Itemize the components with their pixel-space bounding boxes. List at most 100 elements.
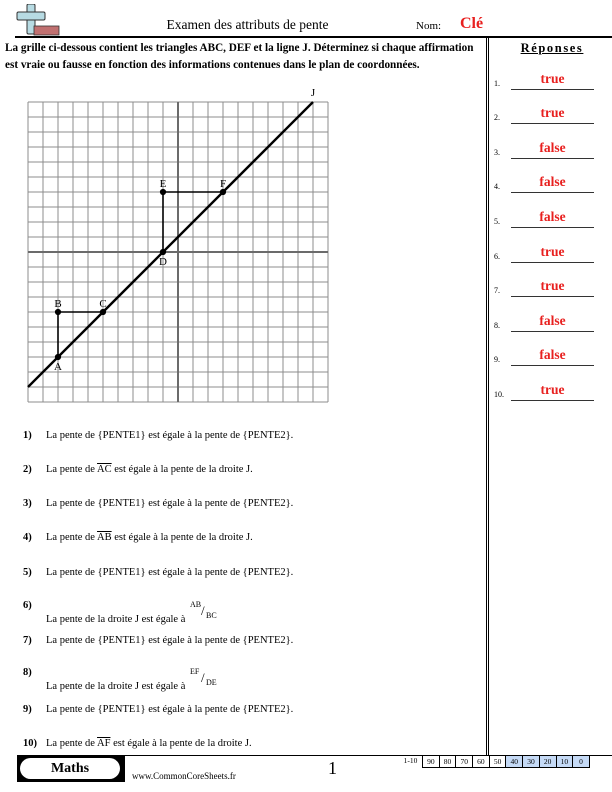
answer-row: 9. false: [494, 342, 604, 366]
question-number: 5): [23, 567, 32, 578]
point-label-d: D: [159, 256, 167, 268]
score-cell: 40: [505, 755, 524, 768]
question-number: 4): [23, 532, 32, 543]
site-url[interactable]: www.CommonCoreSheets.fr: [132, 771, 236, 781]
fraction-numerator: AB: [189, 600, 202, 609]
question-text: La pente de {PENTE1} est égale à la pent…: [46, 498, 293, 509]
question-text: La pente de {PENTE1} est égale à la pent…: [46, 635, 293, 646]
question-item: 9) La pente de {PENTE1} est égale à la pe…: [20, 704, 460, 728]
point-label-e: E: [160, 178, 167, 190]
question-item: 2) La pente de AC est égale à la pente de…: [20, 464, 460, 488]
score-range-label: 1-10: [403, 756, 418, 765]
question-item: 4) La pente de AB est égale à la pente de…: [20, 532, 460, 556]
segment-label: AC: [97, 464, 112, 475]
answer-number: 5.: [494, 217, 500, 226]
question-number: 1): [23, 430, 32, 441]
answer-row: 8. false: [494, 308, 604, 332]
answer-row: 3. false: [494, 135, 604, 159]
answer-row: 7. true: [494, 273, 604, 297]
score-cell: 10: [555, 755, 574, 768]
question-text: La pente de AB est égale à la pente de l…: [46, 532, 253, 543]
question-number: 9): [23, 704, 32, 715]
question-text: La pente de {PENTE1} est égale à la pent…: [46, 704, 293, 715]
answer-number: 10.: [494, 390, 504, 399]
score-cell: 30: [522, 755, 540, 768]
point-d: [159, 248, 167, 256]
fraction-numerator: EF: [189, 667, 200, 676]
answer-number: 6.: [494, 252, 500, 261]
question-number: 6): [23, 600, 32, 611]
question-text-start: La pente de la droite J est égale à: [46, 614, 188, 625]
point-a: [54, 353, 62, 361]
score-cell: 80: [438, 755, 457, 768]
question-text: La pente de la droite J est égale à AB / B…: [46, 600, 224, 625]
score-cell: 60: [472, 755, 490, 768]
answer-number: 2.: [494, 113, 500, 122]
point-f: [219, 188, 227, 196]
question-text-end: est égale à la pente de la droite J.: [110, 738, 252, 749]
question-text: La pente de AC est égale à la pente de l…: [46, 464, 253, 475]
question-text-start: La pente de {PENTE1} est égale à la pent…: [46, 430, 294, 441]
answer-number: 7.: [494, 286, 500, 295]
answer-number: 8.: [494, 321, 500, 330]
answer-value: false: [539, 174, 566, 189]
answer-number: 4.: [494, 182, 500, 191]
point-label-a: A: [54, 361, 62, 373]
fraction-denominator: BC: [205, 611, 217, 620]
question-text-start: La pente de {PENTE1} est égale à la pent…: [46, 567, 294, 578]
line-j-label: J: [311, 87, 316, 99]
answer-value: true: [540, 278, 565, 293]
score-cell: 20: [538, 755, 557, 768]
question-text-start: La pente de: [46, 738, 98, 749]
question-item: 1) La pente de {PENTE1} est égale à la pe…: [20, 430, 460, 454]
question-number: 7): [23, 635, 32, 646]
question-number: 8): [23, 667, 32, 678]
name-value: Clé: [460, 15, 484, 32]
question-text: La pente de AF est égale à la pente de l…: [46, 738, 252, 749]
question-text-start: La pente de {PENTE1} est égale à la pent…: [46, 704, 294, 715]
question-text-end: est égale à la pente de la droite J.: [111, 464, 253, 475]
answer-row: 1. true: [494, 66, 604, 90]
question-text-start: La pente de: [46, 532, 98, 543]
answer-value: true: [540, 244, 565, 259]
answer-value: true: [540, 105, 565, 120]
fraction-slash: /: [200, 603, 205, 618]
answer-row: 5. false: [494, 204, 604, 228]
point-label-f: F: [220, 178, 226, 190]
question-text: La pente de {PENTE1} est égale à la pent…: [46, 567, 293, 578]
question-item: 6) La pente de la droite J est égale à AB…: [20, 600, 460, 630]
segment-label: AB: [97, 532, 112, 543]
answer-value: false: [539, 347, 566, 362]
answers-title: Réponses: [520, 41, 584, 55]
segment-label: AF: [97, 738, 111, 749]
answer-value: true: [540, 382, 565, 397]
question-number: 2): [23, 464, 32, 475]
answer-number: 1.: [494, 79, 500, 88]
slope-fraction: EF / DE: [188, 667, 224, 689]
fraction-denominator: DE: [205, 678, 217, 687]
score-cell: 90: [422, 755, 440, 768]
answer-value: false: [539, 209, 566, 224]
question-text-start: La pente de {PENTE1} est égale à la pent…: [46, 635, 294, 646]
question-text-start: La pente de la droite J est égale à: [46, 681, 188, 692]
question-number: 3): [23, 498, 32, 509]
slope-fraction: AB / BC: [188, 600, 224, 622]
subject-badge: Maths: [20, 758, 120, 779]
question-text: La pente de {PENTE1} est égale à la pent…: [46, 430, 293, 441]
point-c: [99, 308, 107, 316]
worksheet-title: Examen des attributs de pente: [166, 17, 329, 32]
question-item: 3) La pente de {PENTE1} est égale à la pe…: [20, 498, 460, 522]
answer-row: 10. true: [494, 377, 604, 401]
answer-row: 6. true: [494, 239, 604, 263]
answer-row: 2. true: [494, 100, 604, 124]
question-text: La pente de la droite J est égale à EF / D…: [46, 667, 224, 692]
question-text-start: La pente de {PENTE1} est égale à la pent…: [46, 498, 294, 509]
point-e: [159, 188, 167, 196]
point-label-b: B: [54, 298, 61, 310]
answer-value: true: [540, 71, 565, 86]
fraction-slash: /: [200, 670, 205, 685]
point-label-c: C: [99, 298, 106, 310]
coordinate-grid: J A B C D E F: [27, 87, 329, 403]
score-cell: 70: [455, 755, 474, 768]
question-item: 8) La pente de la droite J est égale à EF…: [20, 667, 460, 697]
